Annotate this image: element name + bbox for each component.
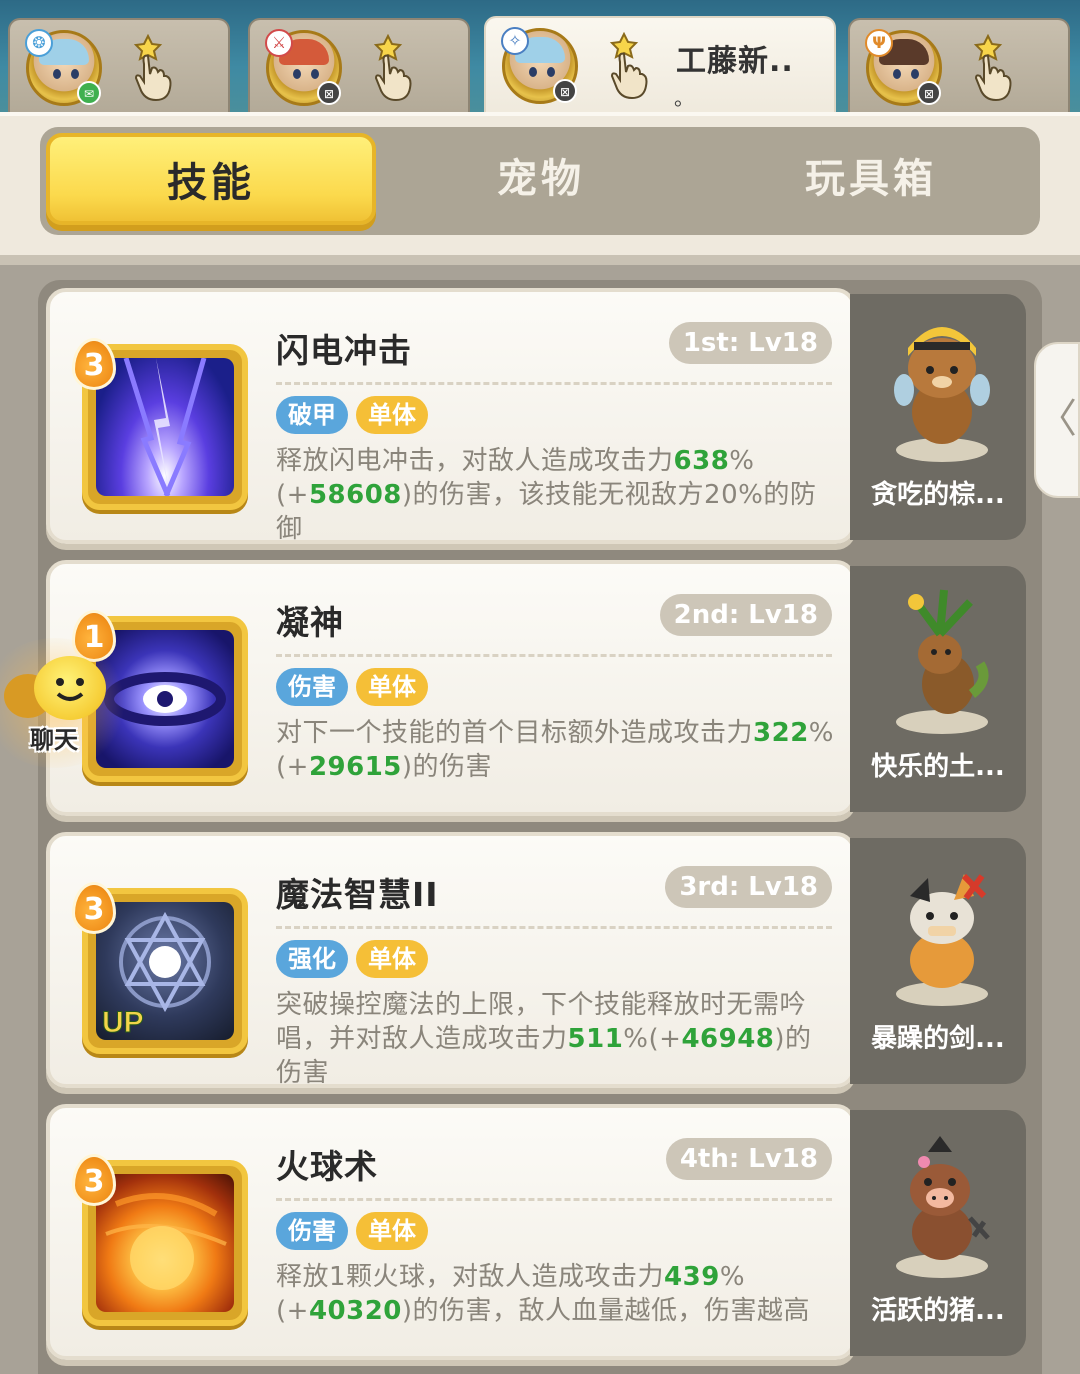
skill-title: 闪电冲击: [276, 331, 412, 370]
trident-class-icon: Ψ: [865, 29, 893, 57]
chat-label: 聊天: [30, 726, 78, 754]
water-class-icon: ❂: [25, 29, 53, 57]
hero-avatar: ⚔ ⊠: [265, 29, 342, 106]
tab-pets[interactable]: 宠物: [376, 133, 706, 225]
hero-avatar: Ψ ⊠: [865, 29, 942, 106]
skill-tag: 伤害: [276, 1212, 348, 1250]
upgrade-badge: UP: [102, 1006, 144, 1039]
skill-title: 凝神: [276, 603, 344, 642]
skill-row[interactable]: 3 闪电冲击 1st: Lv18 破甲 单体 释放闪电冲击，对敌人造成攻击力63…: [46, 288, 1030, 544]
skill-card[interactable]: 3 闪电冲击 1st: Lv18 破甲 单体 释放闪电冲击，对敌人造成攻击力63…: [46, 288, 856, 544]
chevron-left-icon: 〈: [1037, 396, 1077, 442]
pet-slot[interactable]: 暴躁的剑...: [850, 838, 1026, 1084]
skill-title: 魔法智慧II: [276, 875, 439, 914]
skill-description: 对下一个技能的首个目标额外造成攻击力322%(+29615)的伤害: [276, 718, 835, 782]
offline-status-icon: ⊠: [917, 81, 941, 105]
skill-tag: 单体: [356, 396, 428, 434]
skill-card[interactable]: 3 火球术 4th: Lv18 伤害 单体 释放1颗火球，对敌人造成攻击力439…: [46, 1104, 856, 1360]
skill-tag: 单体: [356, 940, 428, 978]
pet-slot[interactable]: 贪吃的棕...: [850, 294, 1026, 540]
pet-name: 快乐的土...: [871, 752, 1005, 782]
skill-row[interactable]: 3 火球术 4th: Lv18 伤害 单体 释放1颗火球，对敌人造成攻击力439…: [46, 1104, 1030, 1360]
tap-hand-icon: [609, 32, 648, 100]
skill-slot-label: 2nd: Lv18: [659, 594, 832, 636]
hero-tab-4[interactable]: Ψ ⊠: [848, 18, 1070, 112]
skill-description: 突破操控魔法的上限，下个技能释放时无需吟唱，并对敌人造成攻击力511%(+469…: [276, 990, 812, 1088]
hero-tab-3-active[interactable]: ✧ ⊠ 工藤新.. 。: [484, 16, 836, 112]
skill-tag: 强化: [276, 940, 348, 978]
skill-tag: 单体: [356, 668, 428, 706]
pet-name: 贪吃的棕...: [871, 480, 1005, 510]
divider: [276, 926, 832, 929]
hero-subtext: 。: [674, 86, 694, 110]
boar-pet-icon: [896, 1136, 990, 1278]
hero-tab-2[interactable]: ⚔ ⊠: [248, 18, 470, 112]
skill-tag: 单体: [356, 1212, 428, 1250]
plant-squirrel-pet-icon: [896, 589, 989, 734]
tab-toybox[interactable]: 玩具箱: [706, 133, 1036, 225]
staff-class-icon: ✧: [501, 27, 529, 55]
hero-tab-1[interactable]: ❂ ✉: [8, 18, 230, 112]
skill-description: 释放1颗火球，对敌人造成攻击力439%(+40320)的伤害，敌人血量越低，伤害…: [276, 1262, 811, 1326]
skill-slot-label: 3rd: Lv18: [665, 866, 832, 908]
divider: [276, 654, 832, 657]
pet-name: 活跃的猪...: [871, 1296, 1005, 1326]
skill-tag: 伤害: [276, 668, 348, 706]
skill-tag: 破甲: [276, 396, 348, 434]
skill-row[interactable]: 1 凝神 2nd: Lv18 伤害 单体 对下一个技能的首个目标额外造成攻击力3…: [46, 560, 1030, 816]
tap-hand-icon: [133, 34, 172, 102]
pet-slot[interactable]: 快乐的土...: [850, 566, 1026, 812]
skill-row[interactable]: 3 UP 魔法智慧II 3rd: Lv18 强化 单体 突破操控魔法的上限，下个…: [46, 832, 1030, 1088]
tap-hand-icon: [373, 34, 412, 102]
online-status-icon: ✉: [77, 81, 101, 105]
hero-avatar: ❂ ✉: [25, 29, 102, 106]
bee-bear-pet-icon: [894, 327, 990, 462]
chat-button[interactable]: 聊天: [0, 638, 130, 768]
smiley-face-icon: [34, 656, 106, 720]
skill-slot-label: 1st: Lv18: [668, 322, 832, 364]
hero-name: 工藤新..: [676, 44, 794, 79]
side-panel-handle[interactable]: 〈: [1034, 342, 1080, 498]
skill-title: 火球术: [276, 1147, 378, 1186]
skill-slot-label: 4th: Lv18: [665, 1138, 832, 1180]
divider: [0, 255, 1080, 265]
offline-status-icon: ⊠: [553, 79, 577, 103]
sword-dog-pet-icon: [896, 873, 988, 1006]
divider: [276, 382, 832, 385]
tap-hand-icon: [973, 34, 1012, 102]
category-tab-bar: 技能 宠物 玩具箱: [40, 127, 1040, 235]
pet-slot[interactable]: 活跃的猪...: [850, 1110, 1026, 1356]
pet-name: 暴躁的剑...: [871, 1024, 1005, 1054]
skill-description: 释放闪电冲击，对敌人造成攻击力638%(+58608)的伤害，该技能无视敌方20…: [276, 446, 817, 544]
tab-skills[interactable]: 技能: [46, 133, 376, 225]
hero-tab-bar: ❂ ✉ ⚔ ⊠ ✧ ⊠ 工藤新.. 。 Ψ ⊠: [0, 0, 1080, 112]
offline-status-icon: ⊠: [317, 81, 341, 105]
skill-card[interactable]: 3 UP 魔法智慧II 3rd: Lv18 强化 单体 突破操控魔法的上限，下个…: [46, 832, 856, 1088]
hero-avatar: ✧ ⊠: [501, 27, 578, 104]
sword-class-icon: ⚔: [265, 29, 293, 57]
skill-card[interactable]: 1 凝神 2nd: Lv18 伤害 单体 对下一个技能的首个目标额外造成攻击力3…: [46, 560, 856, 816]
divider: [276, 1198, 832, 1201]
